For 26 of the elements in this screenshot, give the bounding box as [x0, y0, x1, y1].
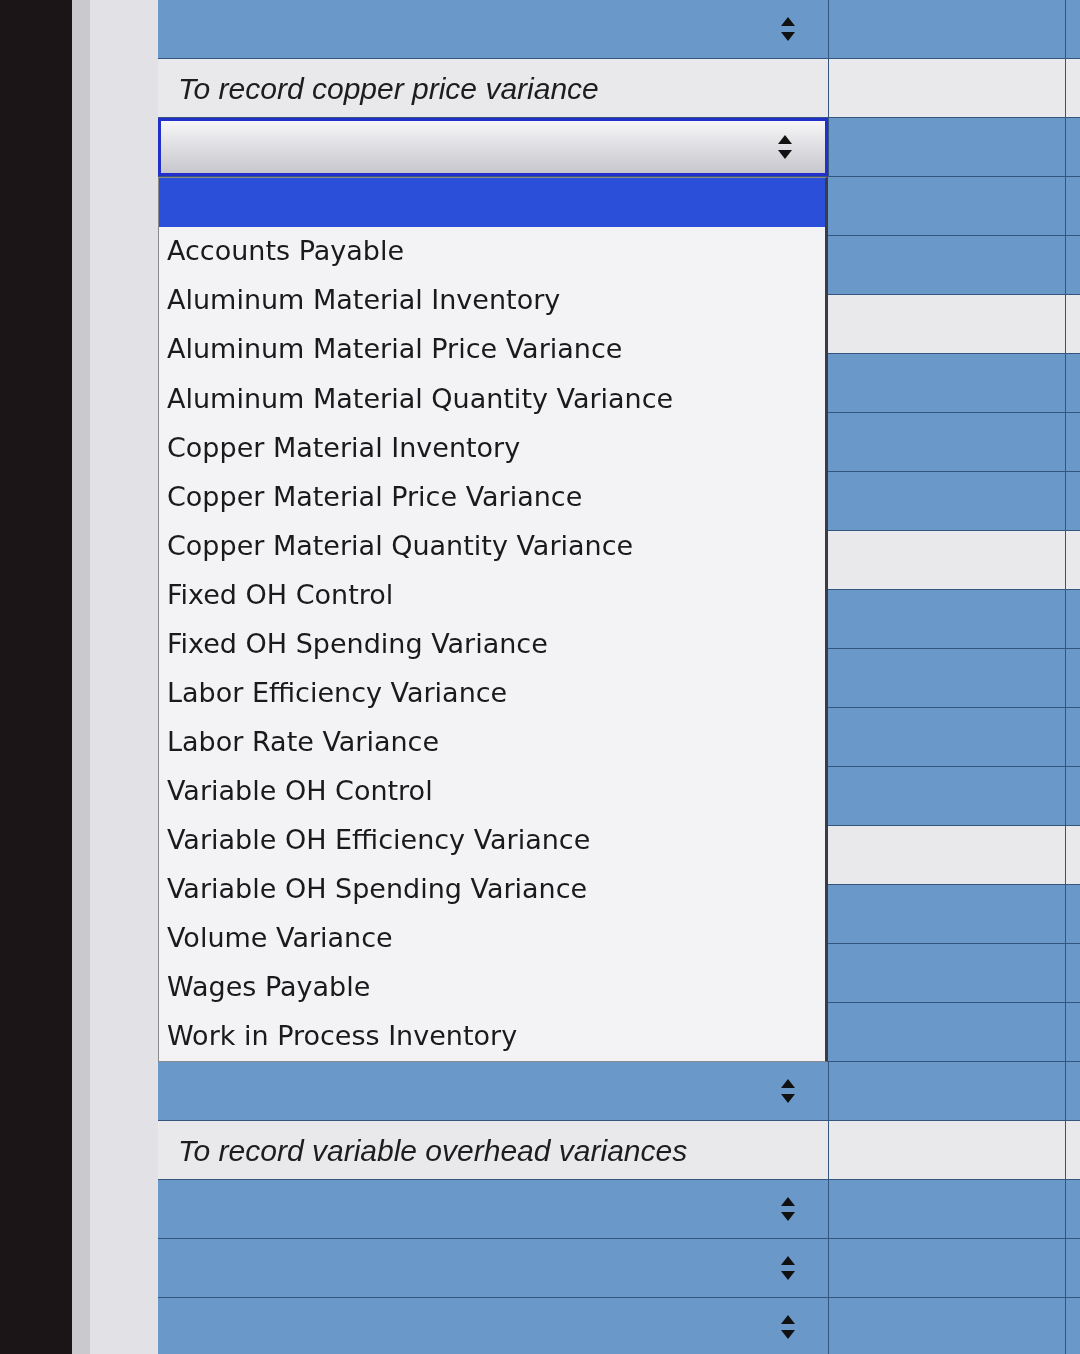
up-down-arrows-icon [780, 1314, 796, 1340]
dropdown-option[interactable]: Accounts Payable [159, 227, 825, 277]
dropdown-option[interactable]: Labor Efficiency Variance [159, 668, 825, 718]
up-down-arrows-icon [780, 1078, 796, 1104]
up-down-arrows-icon [777, 134, 793, 160]
dropdown-option[interactable]: Fixed OH Spending Variance [159, 619, 825, 669]
note-text: To record copper price variance [178, 70, 599, 107]
dropdown-option[interactable]: Labor Rate Variance [159, 717, 825, 767]
dropdown-option[interactable]: Volume Variance [159, 913, 825, 963]
dropdown-option[interactable]: Aluminum Material Price Variance [159, 325, 825, 375]
dropdown-option[interactable]: Copper Material Inventory [159, 423, 825, 473]
dropdown-option[interactable]: Variable OH Efficiency Variance [159, 815, 825, 865]
dropdown-option[interactable]: Variable OH Control [159, 766, 825, 816]
dropdown-option[interactable]: Wages Payable [159, 963, 825, 1013]
dropdown-option[interactable]: Fixed OH Control [159, 570, 825, 620]
dropdown-option[interactable]: Copper Material Price Variance [159, 472, 825, 522]
dropdown-option[interactable]: Aluminum Material Quantity Variance [159, 374, 825, 424]
account-select[interactable] [158, 118, 828, 176]
up-down-arrows-icon [780, 16, 796, 42]
dropdown-option[interactable]: Aluminum Material Inventory [159, 276, 825, 326]
up-down-arrows-icon [780, 1255, 796, 1281]
dropdown-option[interactable]: Variable OH Spending Variance [159, 864, 825, 914]
note-text: To record variable overhead variances [178, 1132, 688, 1169]
dropdown-option[interactable]: Work in Process Inventory [159, 1012, 825, 1062]
up-down-arrows-icon [780, 1196, 796, 1222]
dropdown-option[interactable]: Copper Material Quantity Variance [159, 521, 825, 571]
